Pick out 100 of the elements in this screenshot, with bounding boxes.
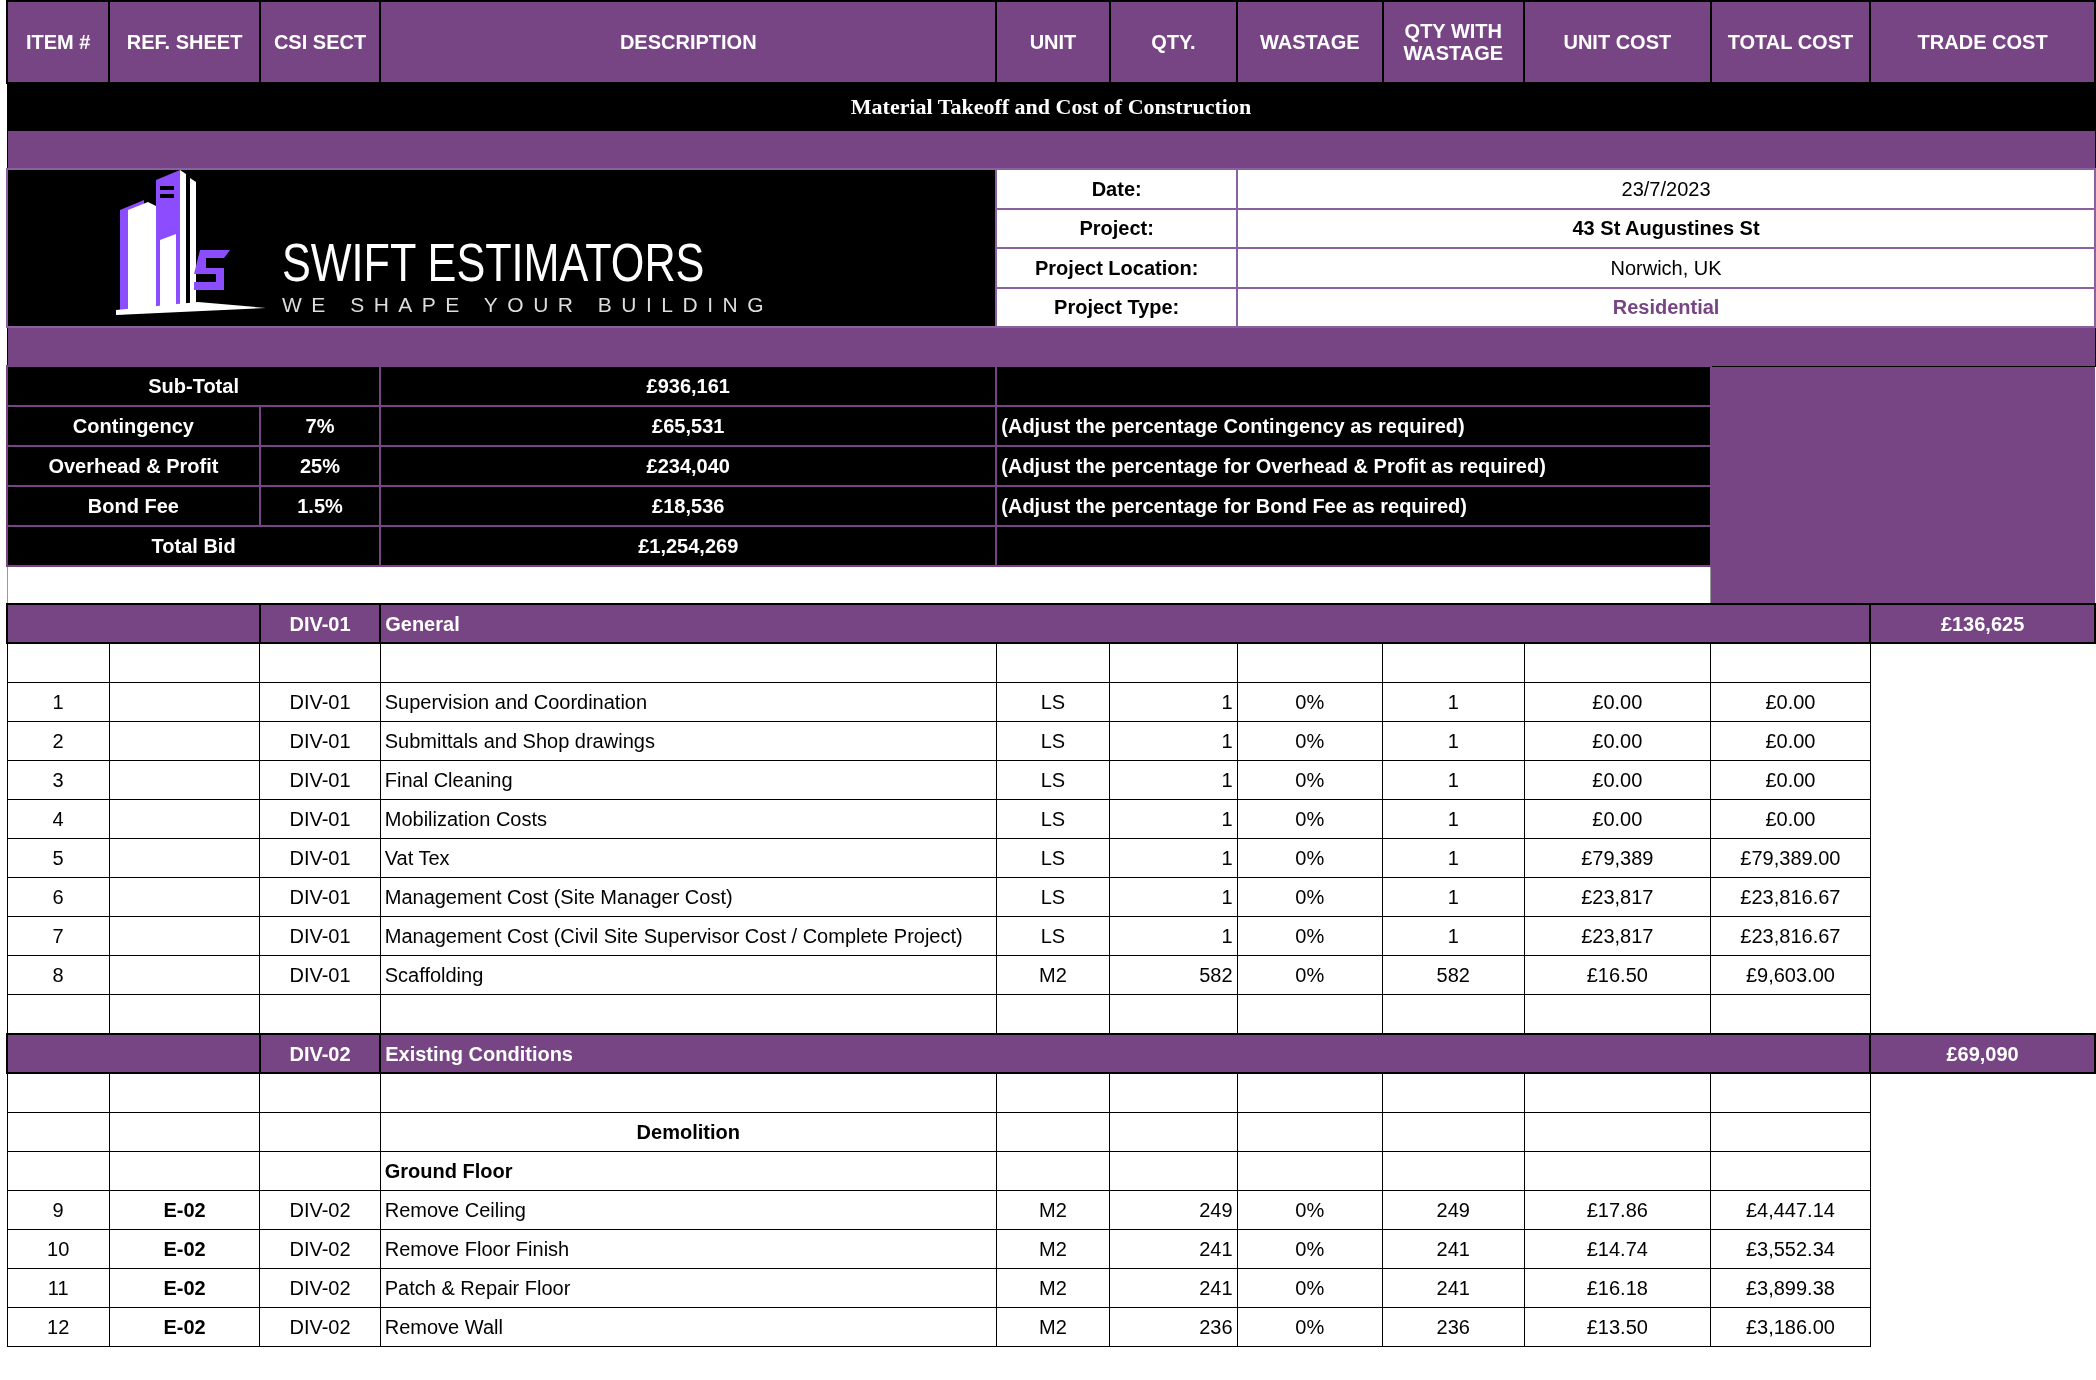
table-cell: Remove Ceiling	[380, 1190, 997, 1230]
info-label: Project:	[996, 208, 1238, 248]
table-cell: £9,603.00	[1710, 955, 1871, 995]
summary-amount: £18,536	[380, 486, 997, 526]
table-cell: £13.50	[1524, 1307, 1711, 1347]
table-cell: £23,817	[1524, 916, 1711, 956]
table-cell: 6	[7, 877, 110, 917]
table-cell: DIV-01	[259, 721, 381, 761]
table-cell: 582	[1382, 955, 1525, 995]
summary-note: (Adjust the percentage for Bond Fee as required)	[996, 486, 1711, 526]
table-cell: 1	[1382, 682, 1525, 722]
table-cell: 1	[1382, 760, 1525, 800]
group-subheading: Ground Floor	[380, 1151, 997, 1191]
table-cell: DIV-01	[259, 916, 381, 956]
table-cell: £79,389.00	[1710, 838, 1871, 878]
table-cell: 236	[1109, 1307, 1238, 1347]
table-cell: E-02	[109, 1307, 260, 1347]
table-cell: 1	[1109, 760, 1238, 800]
table-cell: £0.00	[1710, 760, 1871, 800]
table-cell: 7	[7, 916, 110, 956]
column-header: REF. SHEET	[109, 1, 260, 83]
table-cell: E-02	[109, 1229, 260, 1269]
summary-amount: £234,040	[380, 446, 997, 486]
table-cell: 0%	[1237, 1229, 1383, 1269]
summary-amount: £936,161	[380, 366, 997, 406]
table-cell: 0%	[1237, 877, 1383, 917]
info-value: Norwich, UK	[1237, 248, 2095, 288]
summary-note: (Adjust the percentage Contingency as required)	[996, 406, 1711, 446]
table-cell: £0.00	[1710, 682, 1871, 722]
table-cell: £16.50	[1524, 955, 1711, 995]
table-cell: 0%	[1237, 955, 1383, 995]
table-cell: 1	[7, 682, 110, 722]
column-header: UNIT	[996, 1, 1110, 83]
summary-amount: £65,531	[380, 406, 997, 446]
table-cell: M2	[996, 1268, 1110, 1308]
table-cell: LS	[996, 916, 1110, 956]
table-cell: £23,816.67	[1710, 877, 1871, 917]
table-cell: 0%	[1237, 838, 1383, 878]
table-cell: M2	[996, 1190, 1110, 1230]
table-cell: 11	[7, 1268, 110, 1308]
table-cell: Final Cleaning	[380, 760, 997, 800]
info-value: 43 St Augustines St	[1237, 208, 2095, 248]
table-cell: Scaffolding	[380, 955, 997, 995]
table-cell: 249	[1109, 1190, 1238, 1230]
division-title: General	[380, 604, 1871, 643]
info-label: Project Location:	[996, 248, 1238, 288]
table-cell: LS	[996, 682, 1110, 722]
table-cell: LS	[996, 760, 1110, 800]
table-cell: 241	[1109, 1268, 1238, 1308]
table-cell: £0.00	[1524, 760, 1711, 800]
column-header: TRADE COST	[1870, 1, 2095, 83]
table-cell: Management Cost (Civil Site Supervisor Cost / Complete Project)	[380, 916, 997, 956]
table-cell: £17.86	[1524, 1190, 1711, 1230]
table-cell: LS	[996, 838, 1110, 878]
table-cell: E-02	[109, 1268, 260, 1308]
summary-percent: 1.5%	[259, 486, 381, 526]
table-cell: 1	[1109, 877, 1238, 917]
table-cell: Remove Wall	[380, 1307, 997, 1347]
table-cell: £0.00	[1710, 721, 1871, 761]
division-title: Existing Conditions	[380, 1034, 1871, 1073]
table-cell: Remove Floor Finish	[380, 1229, 997, 1269]
table-cell: £14.74	[1524, 1229, 1711, 1269]
table-cell: £3,899.38	[1710, 1268, 1871, 1308]
table-cell: 1	[1109, 682, 1238, 722]
table-cell: DIV-02	[259, 1229, 381, 1269]
table-cell: 241	[1382, 1268, 1525, 1308]
summary-label: Contingency	[7, 406, 260, 446]
table-cell: £0.00	[1524, 682, 1711, 722]
division-code: DIV-01	[259, 604, 381, 643]
table-cell: 249	[1382, 1190, 1525, 1230]
table-cell: 0%	[1237, 682, 1383, 722]
table-cell: 236	[1382, 1307, 1525, 1347]
trade-cost: £69,090	[1870, 1034, 2095, 1073]
column-header: WASTAGE	[1237, 1, 1383, 83]
summary-label: Total Bid	[7, 526, 381, 566]
column-header: DESCRIPTION	[380, 1, 997, 83]
column-header: TOTAL COST	[1710, 1, 1871, 83]
table-cell: Supervision and Coordination	[380, 682, 997, 722]
table-cell: 10	[7, 1229, 110, 1269]
column-header: ITEM #	[7, 1, 110, 83]
table-cell: £23,817	[1524, 877, 1711, 917]
summary-amount: £1,254,269	[380, 526, 997, 566]
table-cell: DIV-01	[259, 838, 381, 878]
table-cell: £3,186.00	[1710, 1307, 1871, 1347]
table-cell: 1	[1109, 721, 1238, 761]
table-cell: £0.00	[1710, 799, 1871, 839]
table-cell: 0%	[1237, 1268, 1383, 1308]
table-cell: £16.18	[1524, 1268, 1711, 1308]
summary-label: Overhead & Profit	[7, 446, 260, 486]
table-cell: 4	[7, 799, 110, 839]
summary-note: (Adjust the percentage for Overhead & Profit as required)	[996, 446, 1711, 486]
table-cell: DIV-01	[259, 877, 381, 917]
table-cell: 0%	[1237, 760, 1383, 800]
table-cell: 12	[7, 1307, 110, 1347]
group-heading: Demolition	[380, 1112, 997, 1152]
summary-percent: 25%	[259, 446, 381, 486]
info-label: Date:	[996, 169, 1238, 209]
table-cell: Patch & Repair Floor	[380, 1268, 997, 1308]
table-cell: £79,389	[1524, 838, 1711, 878]
column-header: UNIT COST	[1524, 1, 1711, 83]
